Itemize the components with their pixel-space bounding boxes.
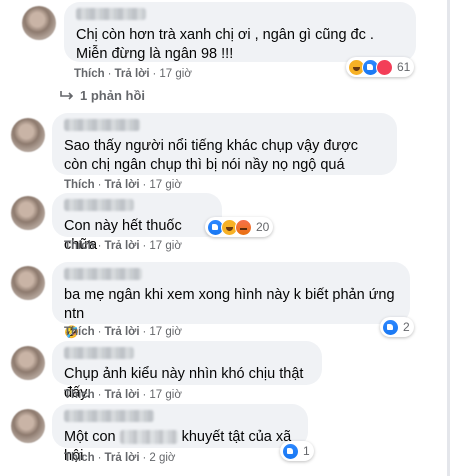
avatar[interactable] [11, 196, 45, 230]
blurred-name[interactable] [64, 119, 140, 131]
reply-link[interactable]: Trả lời [105, 179, 140, 191]
comment-actions: Thích · Trả lời · 17 giờ [64, 179, 182, 191]
reaction-summary[interactable]: 20 [205, 217, 274, 237]
reaction-summary[interactable]: 61 [346, 57, 415, 77]
comment-actions: Thích · Trả lời · 17 giờ [64, 326, 182, 338]
reply-link[interactable]: Trả lời [105, 326, 140, 338]
reply-link[interactable]: Trả lời [115, 68, 150, 80]
comment-bubble: Sao thấy người nổi tiếng khác chụp vậy đ… [52, 113, 397, 175]
avatar[interactable] [11, 409, 45, 443]
avatar[interactable] [22, 6, 56, 40]
like-link[interactable]: Thích [64, 179, 95, 191]
view-replies-link[interactable]: 1 phản hồi [60, 88, 145, 103]
blurred-name[interactable] [64, 347, 134, 359]
blurred-name[interactable] [64, 268, 142, 280]
comment-bubble: Chụp ảnh kiểu này nhìn khó chịu thật đấy… [52, 341, 322, 401]
avatar[interactable] [11, 346, 45, 380]
like-link[interactable]: Thích [74, 68, 105, 80]
comment-bubble: Con này hết thuốc chữa [52, 193, 222, 253]
reply-link[interactable]: Trả lời [105, 240, 140, 252]
comment-bubble: ba mẹ ngân khi xem xong hình này k biết … [52, 262, 410, 339]
angry-icon [235, 218, 252, 236]
like-link[interactable]: Thích [64, 240, 95, 252]
reply-link[interactable]: Trả lời [105, 389, 140, 401]
blurred-name[interactable] [76, 8, 146, 20]
timestamp[interactable]: 17 giờ [149, 240, 181, 252]
comment-bubble: Một con khuyết tật của xã hội [52, 404, 308, 464]
blurred-name[interactable] [64, 410, 154, 422]
timestamp[interactable]: 17 giờ [159, 68, 191, 80]
blurred-name[interactable] [64, 199, 134, 211]
avatar[interactable] [11, 266, 45, 300]
comment-actions: Thích · Trả lời · 17 giờ [64, 240, 182, 252]
like-link[interactable]: Thích [64, 389, 95, 401]
reaction-summary[interactable]: 1 [280, 441, 314, 461]
reaction-count: 61 [397, 60, 411, 74]
reaction-count: 1 [303, 444, 310, 458]
timestamp[interactable]: 17 giờ [149, 389, 181, 401]
reaction-summary[interactable]: 2 [380, 317, 414, 337]
reply-link[interactable]: Trả lời [105, 452, 140, 464]
reaction-count: 20 [256, 220, 270, 234]
like-icon [382, 318, 399, 336]
comment-text: ba mẹ ngân khi xem xong hình này k biết … [64, 287, 395, 322]
timestamp[interactable]: 2 giờ [149, 452, 175, 464]
like-icon [282, 442, 299, 460]
comment-text: Sao thấy người nổi tiếng khác chụp vậy đ… [64, 138, 358, 173]
comment-actions: Thích · Trả lời · 17 giờ [74, 68, 192, 80]
comment-actions: Thích · Trả lời · 17 giờ [64, 389, 182, 401]
comment-actions: Thích · Trả lời · 2 giờ [64, 452, 176, 464]
timestamp[interactable]: 17 giờ [149, 326, 181, 338]
comment-bubble: Chị còn hơn trà xanh chị ơi , ngân gì cũ… [64, 2, 416, 62]
like-link[interactable]: Thích [64, 326, 95, 338]
heart-icon [376, 58, 393, 76]
like-link[interactable]: Thích [64, 452, 95, 464]
reaction-count: 2 [403, 320, 410, 334]
avatar[interactable] [11, 118, 45, 152]
blurred-word [119, 430, 178, 445]
timestamp[interactable]: 17 giờ [149, 179, 181, 191]
reply-arrow-icon [60, 90, 74, 100]
